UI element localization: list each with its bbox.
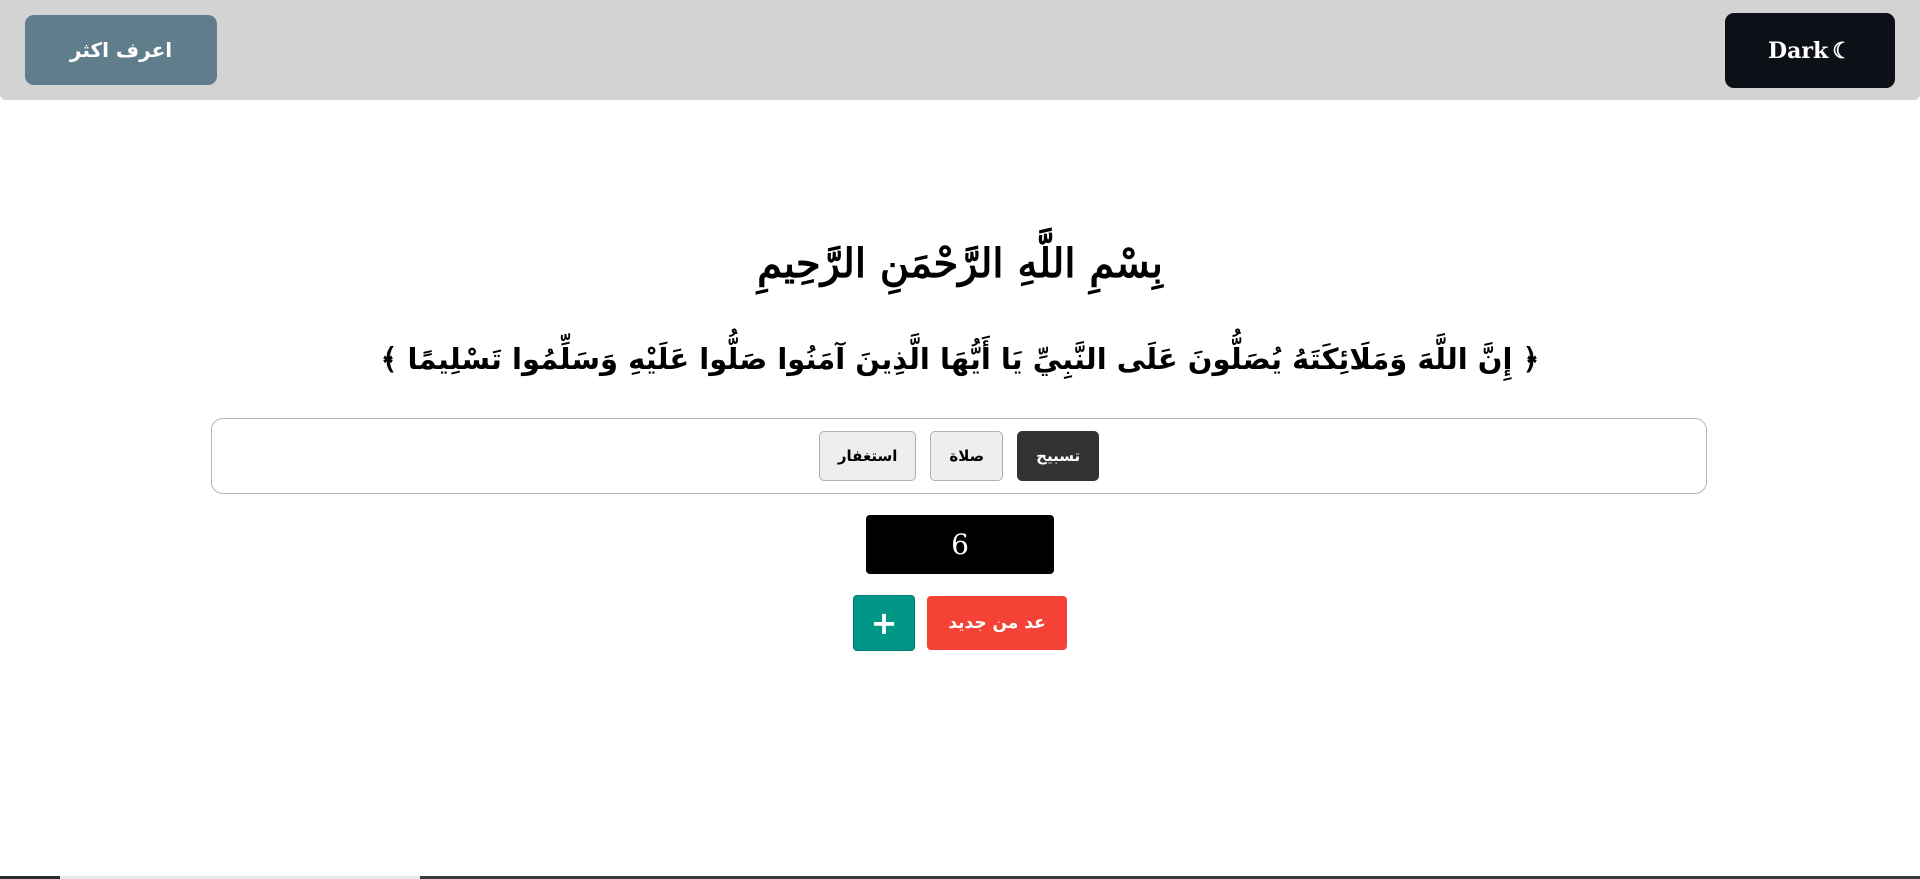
- tab-tasbih[interactable]: تسبيح: [1017, 431, 1100, 481]
- learn-more-button[interactable]: اعرف اكثر: [25, 15, 217, 85]
- tab-salah[interactable]: صلاة: [930, 431, 1004, 481]
- quran-verse: ﴿ إِنَّ اللَّهَ وَمَلَائِكَتَهُ يُصَلُّو…: [380, 342, 1540, 376]
- learn-more-label: اعرف اكثر: [69, 38, 173, 62]
- dhikr-type-selector: تسبيح صلاة استغفار: [211, 418, 1707, 494]
- dark-mode-toggle[interactable]: Dark ☾: [1725, 13, 1895, 88]
- increment-button[interactable]: +: [853, 595, 915, 651]
- top-bar: اعرف اكثر Dark ☾: [0, 0, 1920, 100]
- basmala-heading: بِسْمِ اللَّهِ الرَّحْمَنِ الرَّحِيمِ: [757, 240, 1163, 287]
- moon-icon: ☾: [1832, 37, 1852, 64]
- tab-istighfar[interactable]: استغفار: [818, 431, 917, 481]
- dark-mode-label: Dark: [1768, 37, 1829, 64]
- reset-button[interactable]: عد من جديد: [927, 596, 1067, 650]
- counter-display: 6: [866, 515, 1054, 574]
- plus-icon: +: [870, 604, 898, 642]
- reset-label: عد من جديد: [948, 613, 1046, 633]
